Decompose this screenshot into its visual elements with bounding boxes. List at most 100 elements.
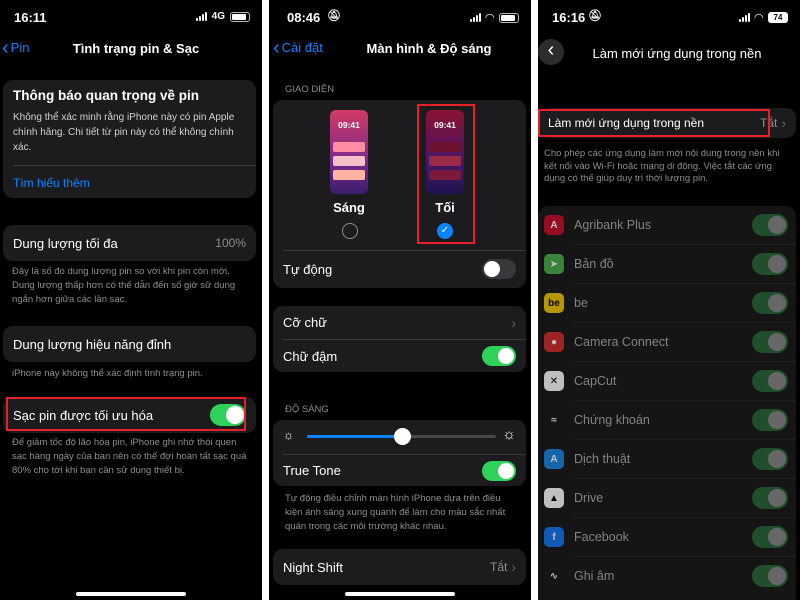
app-refresh-toggle[interactable] xyxy=(752,370,788,392)
app-refresh-toggle[interactable] xyxy=(752,448,788,470)
peak-performance-label: Dung lượng hiệu năng đỉnh xyxy=(13,336,172,352)
maps-icon: ➤ xyxy=(544,254,564,274)
max-capacity-note: Đây là số đo dung lượng pin so với khi p… xyxy=(12,266,236,305)
battery-icon xyxy=(230,11,250,22)
divider xyxy=(283,250,526,251)
divider xyxy=(13,165,256,166)
text-size-row[interactable]: Cỡ chữ › xyxy=(273,306,526,339)
translate-icon: A xyxy=(544,449,564,469)
text-card: Cỡ chữ › Chữ đậm xyxy=(273,306,526,372)
brightness-header: ĐỘ SÁNG xyxy=(285,404,329,415)
appearance-card: 09:41 Sáng 09:41 Tối ✓ Tự động xyxy=(273,100,526,288)
app-refresh-toggle[interactable] xyxy=(752,409,788,431)
peak-performance-row: Dung lượng hiệu năng đỉnh xyxy=(3,326,256,362)
app-refresh-toggle[interactable] xyxy=(752,292,788,314)
nav-bar: ‹ Làm mới ứng dụng trong nền xyxy=(538,34,800,65)
wifi-icon: ◠ xyxy=(485,12,494,24)
app-row: ● Camera Connect xyxy=(538,323,796,361)
nav-bar: ‹ Cài đặt Màn hình & Độ sáng xyxy=(269,34,531,64)
background-refresh-screen: 16:16 🔕︎ ◠ 74 ‹ Làm mới ứng dụng trong n… xyxy=(538,0,800,600)
app-refresh-toggle[interactable] xyxy=(752,214,788,236)
automatic-label: Tự động xyxy=(283,261,333,277)
network-type: 4G xyxy=(211,11,225,22)
night-shift-row[interactable]: Night Shift Tắt › xyxy=(273,549,526,585)
brightness-slider[interactable] xyxy=(307,428,496,445)
app-row: A Dịch thuật xyxy=(538,440,796,478)
status-time: 16:11 xyxy=(14,10,47,25)
app-name: Agribank Plus xyxy=(574,218,652,232)
camera-connect-icon: ● xyxy=(544,332,564,352)
battery-icon xyxy=(499,12,519,23)
app-refresh-toggle[interactable] xyxy=(752,253,788,275)
night-shift-value: Tắt xyxy=(489,560,508,574)
home-indicator xyxy=(76,592,186,596)
home-indicator xyxy=(345,592,455,596)
notice-body: Không thể xác minh rằng iPhone này có pi… xyxy=(13,112,235,153)
light-radio[interactable] xyxy=(342,223,358,239)
bold-text-label: Chữ đậm xyxy=(283,348,338,364)
app-name: CapCut xyxy=(574,374,617,388)
app-refresh-toggle[interactable] xyxy=(752,526,788,548)
status-bar: 16:11 4G xyxy=(0,0,262,34)
status-time: 16:16 xyxy=(552,10,586,25)
be-icon: be xyxy=(544,293,564,313)
max-capacity-row: Dung lượng tối đa 100% xyxy=(3,225,256,261)
display-brightness-screen: 08:46 🔕︎ ◠ ‹ Cài đặt Màn hình & Độ sáng … xyxy=(269,0,531,600)
sun-small-icon: ☼ xyxy=(283,428,294,442)
drive-icon: ▲ xyxy=(544,488,564,508)
status-bar: 08:46 🔕︎ ◠ xyxy=(269,0,531,34)
light-preview[interactable]: 09:41 xyxy=(330,110,368,194)
app-row: ✕ CapCut xyxy=(538,362,796,400)
stocks-icon: ≈ xyxy=(544,410,564,430)
brightness-fill xyxy=(307,435,402,438)
preview-widget xyxy=(333,156,365,166)
bell-slash-icon: 🔕︎ xyxy=(588,10,602,22)
app-row: f Facebook xyxy=(538,518,796,556)
app-refresh-toggle[interactable] xyxy=(752,487,788,509)
app-row: ∿ Ghi âm xyxy=(538,557,796,595)
voice-memos-icon: ∿ xyxy=(544,566,564,586)
optimized-charging-note: Để giảm tốc độ lão hóa pin, iPhone ghi n… xyxy=(12,437,247,476)
page-title: Làm mới ứng dụng trong nền xyxy=(592,46,762,61)
max-capacity-label: Dung lượng tối đa xyxy=(13,235,118,251)
appearance-header: GIAO DIỆN xyxy=(285,84,335,95)
true-tone-toggle[interactable] xyxy=(482,460,516,481)
app-name: Facebook xyxy=(574,530,629,544)
automatic-toggle[interactable] xyxy=(482,259,516,279)
app-row: ▲ Drive xyxy=(538,479,796,517)
app-refresh-toggle[interactable] xyxy=(752,331,788,353)
highlight-box xyxy=(538,109,770,137)
app-row: ➤ Bản đồ xyxy=(538,245,796,283)
app-row: be be xyxy=(538,284,796,322)
app-name: Bản đồ xyxy=(574,257,614,271)
battery-health-screen: 16:11 4G ‹ Pin Tình trạng pin & Sạc Thôn… xyxy=(0,0,262,600)
page-title: Màn hình & Độ sáng xyxy=(366,41,492,56)
battery-percent: 74 xyxy=(768,12,788,23)
notice-title: Thông báo quan trọng về pin xyxy=(13,88,199,103)
app-name: be xyxy=(574,296,588,310)
cellular-signal-icon xyxy=(738,13,750,22)
light-preview-time: 09:41 xyxy=(338,120,360,130)
text-size-label: Cỡ chữ xyxy=(283,315,327,330)
app-row: A Agribank Plus xyxy=(538,206,796,244)
agribank-icon: A xyxy=(544,215,564,235)
brightness-knob[interactable] xyxy=(393,428,411,445)
cellular-signal-icon xyxy=(195,12,207,21)
app-list: A Agribank Plus ➤ Bản đồ be be ● Camera Connect… xyxy=(538,206,796,600)
true-tone-label: True Tone xyxy=(283,463,341,478)
wifi-icon: ◠ xyxy=(754,12,763,24)
app-refresh-toggle[interactable] xyxy=(752,565,788,587)
app-name: Chứng khoán xyxy=(574,413,650,427)
true-tone-note: Tự động điều chỉnh màn hình iPhone dựa t… xyxy=(285,493,506,532)
learn-more-link[interactable]: Tìm hiểu thêm xyxy=(13,176,90,190)
app-row: ≈ Chứng khoán xyxy=(538,401,796,439)
chevron-right-icon: › xyxy=(511,559,516,575)
sun-large-icon: ☼ xyxy=(502,426,516,443)
max-capacity-value: 100% xyxy=(215,236,246,250)
bold-text-toggle[interactable] xyxy=(482,346,516,366)
preview-widget xyxy=(333,170,365,180)
highlight-box xyxy=(417,104,475,244)
app-name: Camera Connect xyxy=(574,335,669,349)
highlight-box xyxy=(6,397,246,431)
chevron-right-icon: › xyxy=(511,314,516,331)
